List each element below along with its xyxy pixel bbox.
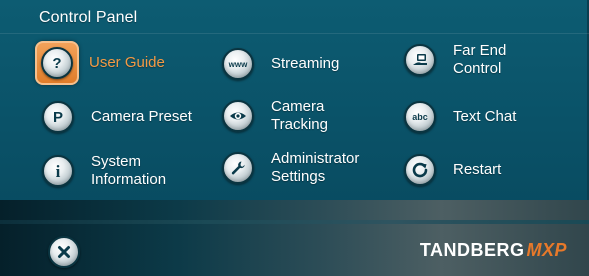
brand-logo: TANDBERG MXP: [420, 240, 567, 261]
far-end-control-line1: Far End: [453, 42, 507, 59]
restart-icon: [404, 154, 436, 186]
user-guide-label: User Guide: [89, 54, 165, 71]
camera-tracking-label: Camera Tracking: [271, 98, 328, 134]
menu-item-administrator-settings[interactable]: Administrator Settings: [222, 150, 359, 186]
system-information-label: System Information: [91, 153, 166, 189]
camera-tracking-line2: Tracking: [271, 116, 328, 133]
panel-title: Control Panel: [39, 9, 138, 26]
restart-label: Restart: [453, 161, 502, 178]
system-information-line1: System: [91, 153, 142, 170]
footer-divider: [0, 220, 589, 224]
svg-text:www: www: [228, 60, 248, 69]
menu-item-streaming[interactable]: www Streaming: [222, 48, 339, 80]
menu-item-system-information[interactable]: i System Information: [42, 153, 166, 189]
menu-item-camera-preset[interactable]: P Camera Preset: [42, 101, 192, 133]
footer-bar: [0, 200, 589, 276]
far-end-control-icon: [404, 44, 436, 76]
www-icon: www: [222, 48, 254, 80]
selection-highlight: ?: [35, 41, 79, 85]
menu-item-far-end-control[interactable]: Far End Control: [404, 42, 506, 78]
eye-icon: [222, 100, 254, 132]
menu-item-restart[interactable]: Restart: [404, 154, 501, 186]
menu-item-camera-tracking[interactable]: Camera Tracking: [222, 98, 328, 134]
info-icon: i: [42, 155, 74, 187]
streaming-label: Streaming: [271, 55, 340, 72]
brand-name: TANDBERG: [419, 240, 525, 260]
menu-item-user-guide[interactable]: ? User Guide: [35, 41, 165, 85]
title-divider: [0, 33, 589, 34]
svg-text:abc: abc: [412, 112, 428, 122]
question-icon: ?: [41, 47, 73, 79]
svg-text:P: P: [53, 109, 63, 126]
administrator-settings-line1: Administrator: [271, 150, 360, 167]
camera-preset-label: Camera Preset: [91, 108, 192, 125]
text-chat-label: Text Chat: [453, 108, 517, 125]
camera-tracking-line1: Camera: [271, 98, 325, 115]
camera-preset-p-icon: P: [42, 101, 74, 133]
brand-model: MXP: [526, 240, 567, 260]
system-information-line2: Information: [91, 171, 167, 188]
close-icon: [48, 236, 80, 268]
menu-item-text-chat[interactable]: abc Text Chat: [404, 101, 516, 133]
wrench-icon: [222, 152, 254, 184]
close-button[interactable]: [48, 236, 80, 268]
svg-text:?: ?: [52, 55, 61, 72]
svg-text:i: i: [56, 162, 61, 181]
abc-icon: abc: [404, 101, 436, 133]
far-end-control-label: Far End Control: [453, 42, 506, 78]
far-end-control-line2: Control: [453, 60, 502, 77]
administrator-settings-label: Administrator Settings: [271, 150, 359, 186]
administrator-settings-line2: Settings: [271, 168, 326, 185]
